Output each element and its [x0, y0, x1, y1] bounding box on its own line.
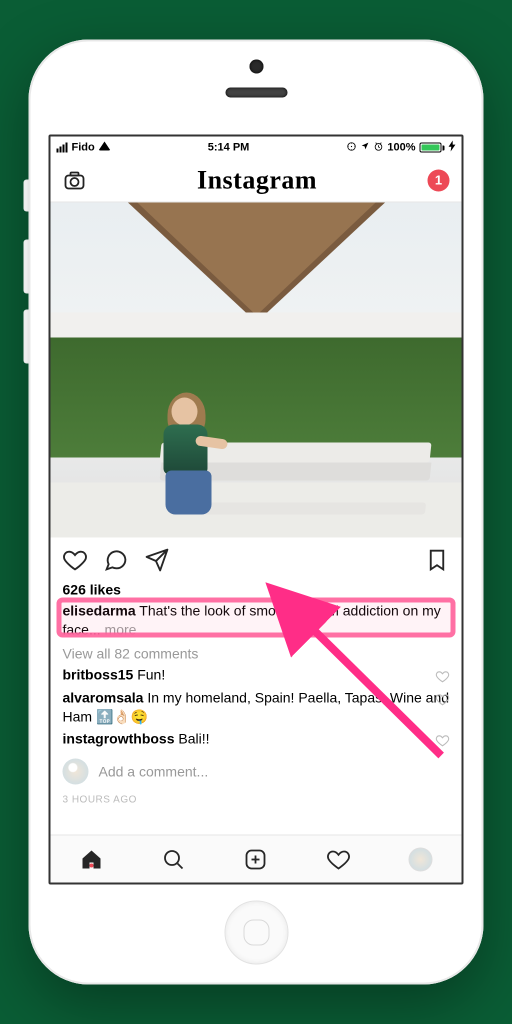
likes-count[interactable]: 626 likes: [51, 582, 462, 600]
app-header: Instagram 1: [51, 159, 462, 203]
home-button[interactable]: [224, 901, 288, 965]
caption[interactable]: elisedarma That's the look of smoothie b…: [51, 600, 462, 644]
front-camera: [249, 60, 263, 74]
tab-activity[interactable]: [326, 847, 350, 871]
volume-up-button: [24, 240, 30, 294]
caption-username[interactable]: elisedarma: [63, 603, 136, 619]
user-avatar: [63, 759, 89, 785]
alarm-icon: [373, 141, 383, 154]
earpiece-speaker: [225, 88, 287, 98]
add-comment-input[interactable]: Add a comment...: [99, 764, 450, 780]
tab-bar: [51, 835, 462, 883]
search-icon: [162, 847, 186, 871]
clock: 5:14 PM: [208, 142, 250, 154]
status-bar: Fido 5:14 PM 100%: [51, 137, 462, 159]
plus-square-icon: [244, 847, 268, 871]
comment-like-heart-icon[interactable]: [436, 692, 450, 706]
location-icon: [346, 141, 356, 154]
comment-row[interactable]: alvaromsala In my homeland, Spain! Paell…: [51, 686, 462, 728]
location-arrow-icon: [360, 142, 369, 154]
tab-new-post[interactable]: [244, 847, 268, 871]
battery-icon: [420, 143, 445, 153]
charging-icon: [449, 141, 456, 155]
post-timestamp: 3 HOURS AGO: [51, 789, 462, 816]
add-comment-row[interactable]: Add a comment...: [51, 751, 462, 789]
dm-badge[interactable]: 1: [428, 169, 450, 191]
feed-content[interactable]: 626 likes elisedarma That's the look of …: [51, 203, 462, 835]
share-paper-plane-icon[interactable]: [145, 547, 170, 572]
save-bookmark-icon[interactable]: [425, 547, 450, 572]
battery-percent: 100%: [387, 142, 415, 154]
volume-down-button: [24, 310, 30, 364]
signal-bars-icon: [57, 143, 68, 153]
mute-switch: [24, 180, 30, 212]
instagram-logo: Instagram: [197, 165, 317, 195]
like-heart-icon[interactable]: [63, 547, 88, 572]
comment-username[interactable]: instagrowthboss: [63, 731, 175, 747]
screen: Fido 5:14 PM 100%: [49, 135, 464, 885]
wifi-icon: [99, 142, 111, 154]
comment-username[interactable]: alvaromsala: [63, 689, 144, 705]
comment-like-heart-icon[interactable]: [436, 669, 450, 683]
home-icon: [80, 847, 104, 871]
comment-text: Bali!!: [175, 731, 210, 747]
comment-row[interactable]: britboss15 Fun!: [51, 663, 462, 686]
comment-username[interactable]: britboss15: [63, 666, 134, 682]
camera-icon[interactable]: [63, 168, 87, 192]
comment-text: Fun!: [133, 666, 165, 682]
view-all-comments[interactable]: View all 82 comments: [51, 643, 462, 663]
carrier-label: Fido: [72, 142, 95, 154]
tab-home[interactable]: [80, 847, 104, 871]
post-photo[interactable]: [51, 203, 462, 538]
profile-avatar-icon: [408, 847, 432, 871]
notification-dot: [90, 863, 94, 867]
more-link[interactable]: more: [105, 621, 137, 637]
comment-row[interactable]: instagrowthboss Bali!!: [51, 728, 462, 751]
post-actions-row: [51, 538, 462, 582]
comment-like-heart-icon[interactable]: [436, 734, 450, 748]
tab-search[interactable]: [162, 847, 186, 871]
heart-icon: [326, 847, 350, 871]
comment-bubble-icon[interactable]: [104, 547, 129, 572]
tab-profile[interactable]: [408, 847, 432, 871]
phone-device-frame: Fido 5:14 PM 100%: [29, 40, 484, 985]
